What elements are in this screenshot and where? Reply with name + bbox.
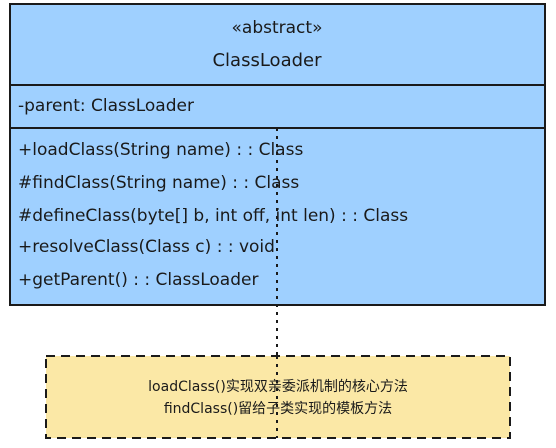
- method-getparent: +getParent() : : ClassLoader: [18, 270, 258, 290]
- method-defineclass: #defineClass(byte[] b, int off, int len)…: [18, 206, 408, 226]
- method-loadclass: +loadClass(String name) : : Class: [18, 140, 303, 160]
- class-name: ClassLoader: [212, 50, 322, 71]
- class-diagram: «abstract» ClassLoader -parent: ClassLoa…: [9, 3, 546, 439]
- method-findclass: #findClass(String name) : : Class: [18, 173, 299, 193]
- class-stereotype: «abstract»: [232, 18, 323, 38]
- attribute-parent: -parent: ClassLoader: [18, 96, 194, 116]
- method-resolveclass: +resolveClass(Class c) : : void: [18, 237, 275, 257]
